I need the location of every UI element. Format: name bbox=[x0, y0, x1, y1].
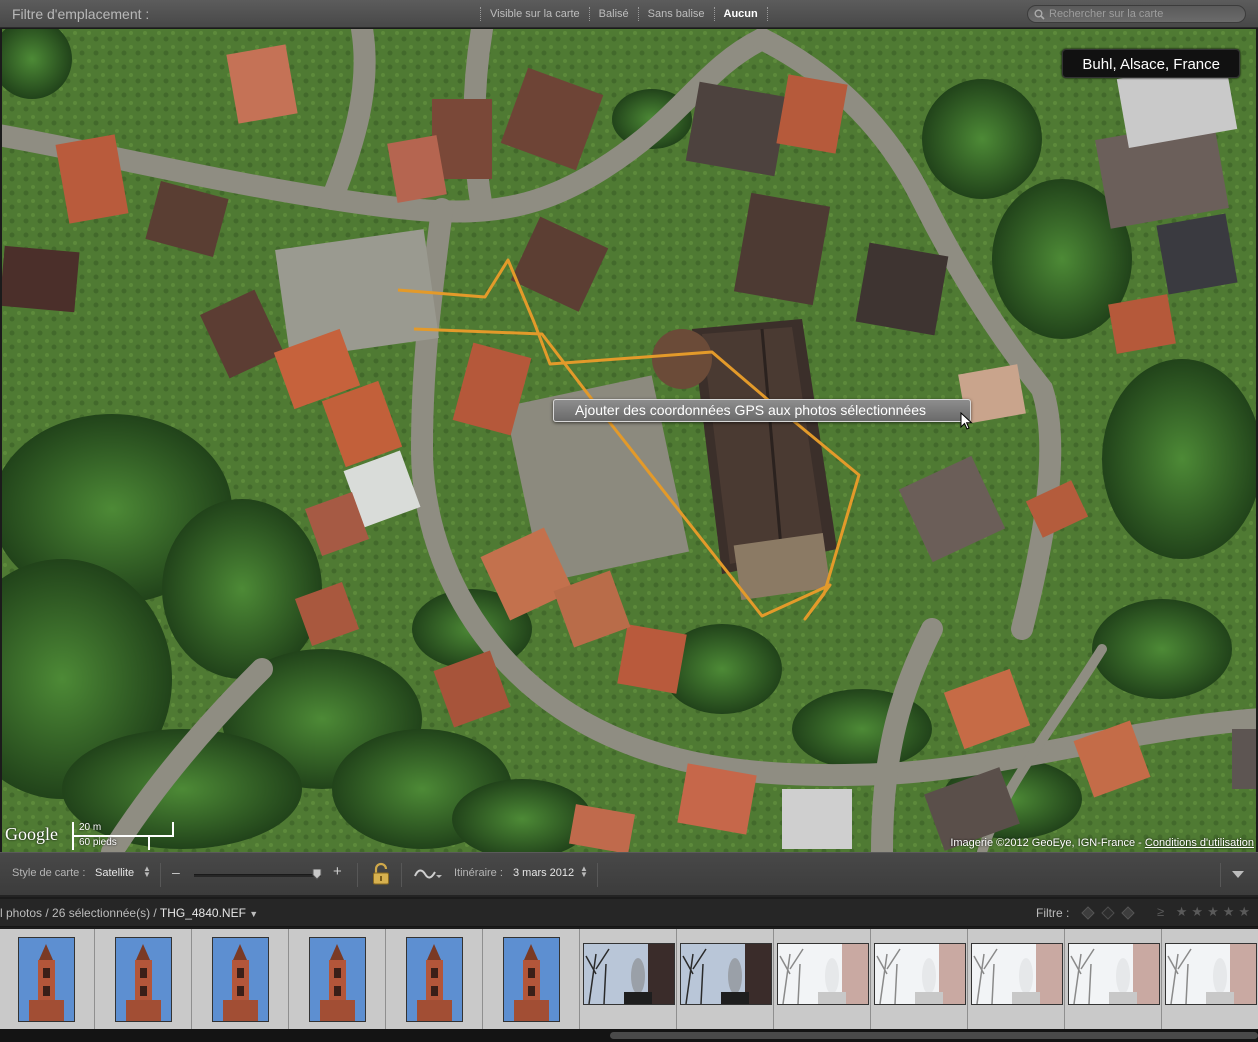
location-filter-bar: Filtre d'emplacement : Visible sur la ca… bbox=[0, 0, 1258, 28]
filter-title: Filtre d'emplacement : bbox=[12, 6, 150, 22]
divider bbox=[588, 7, 590, 21]
zoom-slider-thumb[interactable] bbox=[312, 869, 322, 880]
map-search-input[interactable] bbox=[1049, 8, 1229, 20]
filmstrip-cell[interactable] bbox=[1162, 929, 1258, 1029]
filmstrip-cell[interactable] bbox=[192, 929, 289, 1029]
satellite-imagery bbox=[2, 29, 1256, 852]
photo-thumbnail[interactable] bbox=[310, 937, 365, 1021]
map-search-box[interactable] bbox=[1027, 5, 1246, 23]
filmstrip-cell[interactable] bbox=[580, 929, 677, 1029]
photo-thumbnail[interactable] bbox=[504, 937, 559, 1021]
chevron-down-icon[interactable] bbox=[1232, 871, 1244, 879]
map-toolbar: Style de carte : Satellite ▲ ▼ – + Itinér… bbox=[0, 852, 1258, 897]
attribution-text: Imagerie ©2012 GeoEye, IGN-France - bbox=[950, 837, 1145, 849]
filmstrip-scrollbar[interactable] bbox=[0, 1029, 1258, 1042]
map-style-select[interactable]: Satellite bbox=[95, 867, 134, 879]
filter-label: Filtre : bbox=[1036, 906, 1070, 920]
terms-of-use-link[interactable]: Conditions d'utilisation bbox=[1145, 837, 1254, 849]
filmstrip-cell[interactable] bbox=[968, 929, 1065, 1029]
filter-tagged[interactable]: Balisé bbox=[596, 8, 632, 20]
itinerary-label: Itinéraire : bbox=[454, 867, 503, 879]
scale-metric: 20 m bbox=[79, 822, 102, 833]
selection-summary: l photos / 26 sélectionnée(s) / bbox=[0, 906, 160, 920]
location-label: Buhl, Alsace, France bbox=[1062, 49, 1240, 78]
filmstrip-cell[interactable] bbox=[386, 929, 483, 1029]
divider bbox=[597, 863, 598, 887]
zoom-slider-track[interactable] bbox=[194, 874, 321, 877]
divider bbox=[480, 7, 481, 21]
scale-imperial: 60 pieds bbox=[79, 837, 117, 848]
photo-thumbnail[interactable] bbox=[777, 944, 868, 1004]
search-icon bbox=[1034, 9, 1045, 20]
parking-lot bbox=[275, 229, 439, 359]
map-scale: 20 m 60 pieds bbox=[72, 822, 176, 850]
photo-thumbnail[interactable] bbox=[116, 937, 171, 1021]
updown-arrows-icon[interactable]: ▲ ▼ bbox=[580, 865, 588, 879]
photo-thumbnail[interactable] bbox=[680, 944, 771, 1004]
divider bbox=[160, 863, 161, 887]
itinerary-select[interactable]: 3 mars 2012 bbox=[513, 867, 574, 879]
filter-options: Visible sur la carte Balisé Sans balise … bbox=[474, 0, 774, 28]
divider bbox=[713, 7, 715, 21]
filter-visible-on-map[interactable]: Visible sur la carte bbox=[487, 8, 583, 20]
divider bbox=[766, 7, 768, 21]
photo-thumbnail[interactable] bbox=[213, 937, 268, 1021]
filmstrip-cell[interactable] bbox=[0, 929, 95, 1029]
photo-thumbnail[interactable] bbox=[1068, 944, 1159, 1004]
google-logo: Google bbox=[5, 824, 58, 844]
photo-thumbnail[interactable] bbox=[407, 937, 462, 1021]
zoom-in-button[interactable]: + bbox=[333, 863, 342, 880]
rating-filter[interactable]: ≥ ★★★★★ bbox=[1157, 904, 1254, 920]
filmstrip-cell[interactable] bbox=[483, 929, 580, 1029]
divider bbox=[1220, 863, 1221, 887]
divider bbox=[401, 863, 402, 887]
chevron-down-icon[interactable]: ▼ bbox=[249, 909, 258, 919]
star-icon[interactable]: ★★★★★ bbox=[1176, 904, 1254, 919]
filmstrip-cell[interactable] bbox=[871, 929, 968, 1029]
divider bbox=[637, 7, 639, 21]
scrollbar-thumb[interactable] bbox=[610, 1032, 1258, 1039]
photo-thumbnail[interactable] bbox=[971, 944, 1062, 1004]
rating-operator[interactable]: ≥ bbox=[1157, 904, 1168, 919]
map-attribution: Imagerie ©2012 GeoEye, IGN-France - Cond… bbox=[950, 837, 1254, 849]
filmstrip-header: l photos / 26 sélectionnée(s) / THG_4840… bbox=[0, 899, 1258, 927]
filmstrip-cell[interactable] bbox=[1065, 929, 1162, 1029]
add-gps-coordinates-tooltip[interactable]: Ajouter des coordonnées GPS aux photos s… bbox=[553, 399, 971, 422]
map-style-label: Style de carte : bbox=[12, 867, 86, 879]
track-icon[interactable] bbox=[414, 867, 442, 881]
filmstrip-cell[interactable] bbox=[677, 929, 774, 1029]
filmstrip-cell[interactable] bbox=[95, 929, 192, 1029]
filter-none[interactable]: Aucun bbox=[721, 8, 761, 20]
filmstrip bbox=[0, 929, 1258, 1029]
photo-thumbnail[interactable] bbox=[1165, 944, 1256, 1004]
filmstrip-cell[interactable] bbox=[289, 929, 386, 1029]
current-file-name[interactable]: THG_4840.NEF bbox=[160, 906, 246, 920]
filter-untagged[interactable]: Sans balise bbox=[645, 8, 708, 20]
flag-filter-icons[interactable] bbox=[1080, 905, 1140, 921]
photo-thumbnail[interactable] bbox=[874, 944, 965, 1004]
updown-arrows-icon[interactable]: ▲ ▼ bbox=[143, 865, 151, 879]
satellite-map[interactable]: Buhl, Alsace, France Ajouter des coordon… bbox=[2, 29, 1256, 852]
photo-thumbnail[interactable] bbox=[583, 944, 674, 1004]
filmstrip-cell[interactable] bbox=[774, 929, 871, 1029]
mouse-cursor-icon bbox=[960, 412, 973, 430]
photo-count: l photos / 26 sélectionnée(s) / THG_4840… bbox=[0, 906, 258, 920]
photo-thumbnail[interactable] bbox=[19, 937, 74, 1021]
lock-icon[interactable] bbox=[372, 862, 390, 886]
zoom-out-button[interactable]: – bbox=[172, 864, 180, 880]
divider bbox=[357, 863, 358, 887]
